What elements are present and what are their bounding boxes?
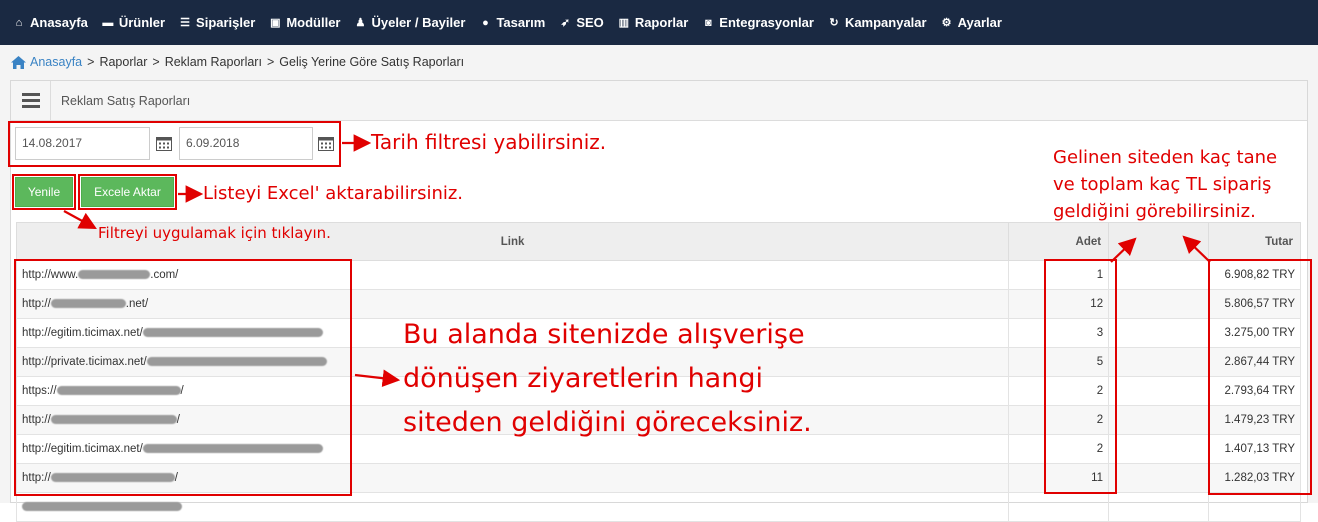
link-column-highlight	[14, 259, 352, 496]
column-header-tutar[interactable]: Tutar	[1207, 222, 1302, 261]
column-header-adet[interactable]: Adet	[1008, 222, 1110, 261]
annotation-links: Bu alanda sitenizde alışverişe dönüşen z…	[403, 319, 812, 438]
refresh-highlight	[12, 174, 76, 210]
box-icon: ▣	[270, 16, 281, 29]
nav-item-ayarlar[interactable]: ⚙ Ayarlar	[940, 15, 1002, 30]
nav-item-seo[interactable]: ➶ SEO	[558, 15, 604, 30]
home-icon: ⌂	[15, 16, 23, 29]
annotation-date-filter: Tarih filtresi yabilirsiniz.	[371, 130, 607, 154]
breadcrumb-home[interactable]: Anasayfa	[11, 55, 82, 69]
tutar-column-highlight	[1208, 259, 1312, 495]
adet-column-highlight	[1044, 259, 1117, 494]
chart-icon: ▥	[618, 16, 630, 29]
annotation-excel: Listeyi Excel' aktarabilirsiniz.	[203, 183, 464, 204]
excel-highlight	[78, 174, 177, 210]
home-icon	[11, 55, 26, 69]
menu-toggle-button[interactable]	[11, 80, 51, 121]
puzzle-icon: ◙	[704, 16, 712, 29]
nav-item-entegrasyonlar[interactable]: ◙ Entegrasyonlar	[701, 15, 814, 30]
breadcrumb-current-page: Geliş Yerine Göre Satış Raporları	[279, 55, 465, 69]
column-header-empty	[1108, 222, 1209, 261]
gear-icon: ⚙	[941, 16, 952, 29]
panel-header: Reklam Satış Raporları	[11, 80, 1307, 121]
breadcrumb-raporlar[interactable]: Raporlar	[99, 55, 147, 69]
top-navigation: ⌂ Anasayfa ▬ Ürünler ☰ Siparişler ▣ Modüller…	[0, 0, 1318, 45]
nav-item-urunler[interactable]: ▬ Ürünler	[101, 15, 165, 30]
nav-item-anasayfa[interactable]: ⌂ Anasayfa	[12, 15, 88, 30]
date-filter-highlight	[8, 121, 341, 167]
breadcrumb: Anasayfa > Raporlar > Reklam Raporları >…	[11, 55, 464, 69]
annotation-refresh: Filtreyi uygulamak için tıklayın.	[98, 224, 331, 242]
nav-item-tasarim[interactable]: ● Tasarım	[478, 15, 545, 30]
table-row-partial	[15, 492, 1302, 522]
folder-icon: ▬	[102, 16, 114, 29]
list-icon: ☰	[180, 16, 190, 29]
nav-item-siparisler[interactable]: ☰ Siparişler	[178, 15, 255, 30]
nav-item-uyeler[interactable]: ♟ Üyeler / Bayiler	[353, 15, 466, 30]
users-icon: ♟	[355, 16, 366, 29]
refresh-icon: ↻	[829, 16, 839, 29]
rocket-icon: ➶	[560, 16, 570, 29]
breadcrumb-reklam-raporlari[interactable]: Reklam Raporları	[165, 55, 262, 69]
nav-item-kampanyalar[interactable]: ↻ Kampanyalar	[827, 15, 926, 30]
panel-title: Reklam Satış Raporları	[61, 93, 191, 108]
nav-item-raporlar[interactable]: ▥ Raporlar	[617, 15, 689, 30]
annotation-totals: Gelinen siteden kaç tane ve toplam kaç T…	[1053, 147, 1278, 222]
nav-item-moduller[interactable]: ▣ Modüller	[268, 15, 340, 30]
palette-icon: ●	[482, 16, 489, 29]
